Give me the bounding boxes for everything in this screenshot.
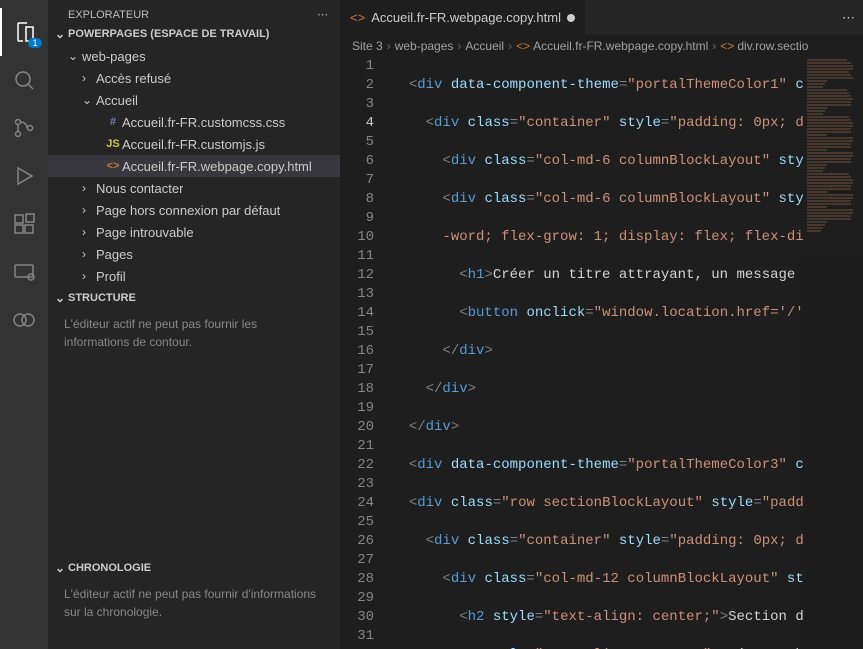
tree-folder-page-hors[interactable]: ›Page hors connexion par défaut — [48, 199, 340, 221]
code-content[interactable]: <div data-component-theme="portalThemeCo… — [392, 57, 803, 649]
explorer-badge: 1 — [28, 38, 42, 48]
structure-section-header[interactable]: ⌄ STRUCTURE — [48, 289, 340, 307]
tree-file-html[interactable]: <>Accueil.fr-FR.webpage.copy.html — [48, 155, 340, 177]
tree-folder-webpages[interactable]: ⌄web-pages — [48, 45, 340, 67]
code-editor[interactable]: 1234567891011121314151617181920212223242… — [340, 57, 863, 649]
remote-icon[interactable] — [0, 248, 48, 296]
sidebar: EXPLORATEUR ⋯ ⌄ POWERPAGES (ESPACE DE TR… — [48, 0, 340, 649]
chevron-down-icon: ⌄ — [52, 291, 68, 305]
workspace-section-header[interactable]: ⌄ POWERPAGES (ESPACE DE TRAVAIL) — [48, 25, 340, 43]
search-icon[interactable] — [0, 56, 48, 104]
tree-folder-profil[interactable]: ›Profil — [48, 265, 340, 287]
tree-folder-acces-refuse[interactable]: ›Accès refusé — [48, 67, 340, 89]
structure-title: STRUCTURE — [68, 292, 136, 304]
tree-folder-accueil[interactable]: ⌄Accueil — [48, 89, 340, 111]
breadcrumb-item[interactable]: <>Accueil.fr-FR.webpage.copy.html — [516, 39, 708, 53]
breadcrumb-item[interactable]: Accueil — [465, 39, 504, 53]
chronologie-title: CHRONOLOGIE — [68, 562, 151, 574]
breadcrumb-item[interactable]: <>div.row.sectio — [720, 39, 808, 53]
structure-empty: L'éditeur actif ne peut pas fournir les … — [48, 307, 340, 359]
chevron-down-icon: ⌄ — [52, 27, 68, 41]
powerpages-icon[interactable] — [0, 296, 48, 344]
tree-folder-pages[interactable]: ›Pages — [48, 243, 340, 265]
sidebar-more-icon[interactable]: ⋯ — [317, 8, 328, 21]
tab-more-icon[interactable]: ⋯ — [834, 10, 863, 26]
file-tree: ⌄web-pages ›Accès refusé ⌄Accueil #Accue… — [48, 43, 340, 289]
tab-label: Accueil.fr-FR.webpage.copy.html — [371, 10, 561, 25]
breadcrumbs[interactable]: Site 3› web-pages› Accueil› <>Accueil.fr… — [340, 35, 863, 57]
dirty-indicator-icon — [567, 14, 575, 22]
explorer-icon[interactable]: 1 — [0, 8, 48, 56]
extensions-icon[interactable] — [0, 200, 48, 248]
chronologie-empty: L'éditeur actif ne peut pas fournir d'in… — [48, 577, 340, 629]
tree-folder-page-introuvable[interactable]: ›Page introuvable — [48, 221, 340, 243]
editor-area: <> Accueil.fr-FR.webpage.copy.html ⋯ Sit… — [340, 0, 863, 649]
chronologie-section-header[interactable]: ⌄ CHRONOLOGIE — [48, 559, 340, 577]
line-gutter: 1234567891011121314151617181920212223242… — [340, 57, 392, 649]
tree-file-css[interactable]: #Accueil.fr-FR.customcss.css — [48, 111, 340, 133]
sidebar-header: EXPLORATEUR ⋯ — [48, 0, 340, 25]
sidebar-title: EXPLORATEUR — [68, 9, 149, 21]
tabs-bar: <> Accueil.fr-FR.webpage.copy.html ⋯ — [340, 0, 863, 35]
chevron-down-icon: ⌄ — [52, 561, 68, 575]
breadcrumb-item[interactable]: Site 3 — [352, 39, 383, 53]
tree-folder-nous-contacter[interactable]: ›Nous contacter — [48, 177, 340, 199]
source-control-icon[interactable] — [0, 104, 48, 152]
workspace-title: POWERPAGES (ESPACE DE TRAVAIL) — [68, 28, 269, 40]
html-file-icon: <> — [350, 10, 365, 25]
breadcrumb-item[interactable]: web-pages — [395, 39, 454, 53]
minimap[interactable] — [803, 57, 863, 649]
tab-accueil-html[interactable]: <> Accueil.fr-FR.webpage.copy.html — [340, 0, 586, 35]
activity-bar: 1 — [0, 0, 48, 649]
run-debug-icon[interactable] — [0, 152, 48, 200]
tree-file-js[interactable]: JSAccueil.fr-FR.customjs.js — [48, 133, 340, 155]
